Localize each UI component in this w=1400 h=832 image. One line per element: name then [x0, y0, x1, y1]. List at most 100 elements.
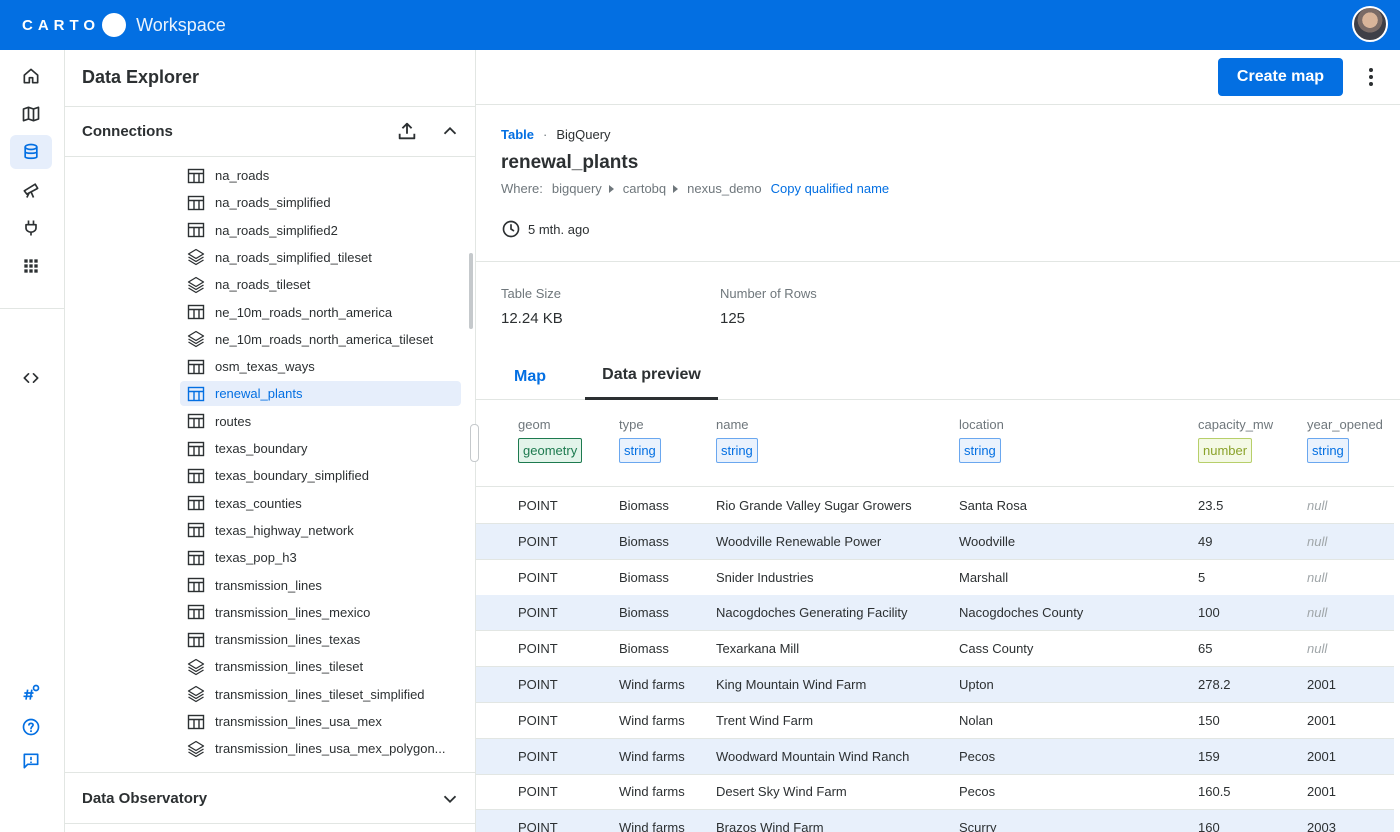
path-arrow-icon	[673, 184, 679, 193]
table-cell: 5	[1198, 569, 1206, 585]
tree-item-transmission-lines-tileset-simplified[interactable]: transmission_lines_tileset_simplified	[180, 682, 461, 707]
table-cell: Santa Rosa	[959, 498, 1027, 513]
feedback-icon	[23, 753, 39, 769]
tree-item-texas-counties[interactable]: texas_counties	[180, 491, 461, 516]
nav-data-explorer-button[interactable]	[10, 135, 52, 169]
tree-item-na-roads[interactable]: na_roads	[180, 163, 461, 188]
nav-connections-button[interactable]	[10, 211, 52, 245]
nav-feedback-button[interactable]	[10, 744, 52, 778]
table-cell: Pecos	[959, 784, 996, 800]
tree-scrollbar[interactable]	[469, 253, 473, 329]
column-header[interactable]: type string	[619, 417, 661, 463]
table-cell: 160.5	[1198, 784, 1231, 800]
table-cell: Brazos Wind Farm	[716, 820, 824, 832]
column-name: capacity_mw	[1198, 417, 1274, 432]
data-observatory-section-header[interactable]: Data Observatory	[65, 772, 475, 824]
table-cell: 160	[1198, 820, 1220, 832]
nav-home-button[interactable]	[10, 59, 52, 93]
upload-icon[interactable]	[396, 120, 418, 142]
column-header[interactable]: location string	[959, 417, 1004, 463]
chevron-down-icon[interactable]	[439, 788, 461, 810]
column-name: type	[619, 417, 644, 432]
table-cell: 278.2	[1198, 677, 1231, 692]
more-options-icon[interactable]	[1359, 64, 1383, 90]
table-cell: null	[1307, 533, 1328, 549]
tree-item-na-roads-tileset[interactable]: na_roads_tileset	[180, 272, 461, 297]
qualified-path: Where: bigquery cartobq nexus_demo Copy …	[501, 181, 889, 196]
nav-developers-button[interactable]	[10, 361, 52, 395]
tree-item-label: transmission_lines_usa_mex_polygon...	[215, 741, 446, 757]
tree-item-transmission-lines-usa-mex[interactable]: transmission_lines_usa_mex	[180, 709, 461, 734]
column-header[interactable]: capacity_mw number	[1198, 417, 1273, 463]
tileset-icon	[187, 740, 205, 758]
table-cell: Cass County	[959, 641, 1034, 657]
column-name: location	[959, 417, 1004, 432]
table-cell: 23.5	[1198, 498, 1224, 513]
tree-item-na-roads-simplified[interactable]: na_roads_simplified	[180, 190, 461, 215]
connections-label: Connections	[82, 123, 173, 140]
table-row: POINT Wind farms King Mountain Wind Farm Up…	[476, 667, 1394, 703]
nav-data-observatory-button[interactable]	[10, 173, 52, 207]
table-cell: Nacogdoches Generating Facility	[716, 605, 908, 621]
panel-title: Data Explorer	[82, 67, 200, 87]
nav-maps-button[interactable]	[10, 97, 52, 131]
detail-tabs: Map Data preview	[476, 353, 1400, 400]
tree-item-label: routes	[215, 413, 252, 429]
breadcrumb: Table · BigQuery	[501, 127, 611, 142]
nav-help-button[interactable]	[10, 710, 52, 744]
copy-qualified-name-link[interactable]: Copy qualified name	[771, 181, 890, 196]
column-name: name	[716, 417, 749, 432]
tree-item-transmission-lines[interactable]: transmission_lines	[180, 573, 461, 598]
tree-item-transmission-lines-texas[interactable]: transmission_lines_texas	[180, 627, 461, 652]
breadcrumb-type[interactable]: Table	[501, 127, 534, 142]
table-row: POINT Wind farms Brazos Wind Farm Scurry 160…	[476, 810, 1394, 832]
table-row: POINT Wind farms Woodward Mountain Wind Ra…	[476, 738, 1394, 775]
table-cell: 2001	[1307, 677, 1336, 692]
table-scrollbar[interactable]	[1394, 400, 1400, 832]
tree-item-renewal-plants[interactable]: renewal_plants	[180, 381, 461, 407]
table-row: POINT Wind farms Trent Wind Farm Nolan 150 20…	[476, 703, 1394, 739]
tree-item-texas-highway-network[interactable]: texas_highway_network	[180, 518, 461, 543]
section-divider	[476, 261, 1400, 262]
connections-section-header[interactable]: Connections	[65, 106, 475, 157]
tree-item-texas-boundary[interactable]: texas_boundary	[180, 436, 461, 461]
tree-item-ne-10m-roads-north-america[interactable]: ne_10m_roads_north_america	[180, 300, 461, 325]
table-cell: Marshall	[959, 569, 1009, 585]
tree-item-transmission-lines-tileset[interactable]: transmission_lines_tileset	[180, 654, 461, 679]
tree-item-label: ne_10m_roads_north_america	[215, 304, 393, 320]
table-cell: 49	[1198, 533, 1213, 549]
create-map-button[interactable]: Create map	[1218, 58, 1343, 96]
column-header[interactable]: geom geometry	[518, 417, 583, 463]
table-cell: Wind farms	[619, 748, 685, 764]
carto-logo[interactable]: CARTO Workspace	[22, 13, 226, 37]
tree-item-osm-texas-ways[interactable]: osm_texas_ways	[180, 354, 461, 379]
table-cell: 100	[1198, 605, 1220, 621]
tree-item-routes[interactable]: routes	[180, 409, 461, 434]
page-title: renewal_plants	[501, 152, 639, 173]
tree-item-ne-10m-roads-north-america-tileset[interactable]: ne_10m_roads_north_america_tileset	[180, 327, 461, 352]
table-icon	[187, 358, 205, 376]
home-icon	[23, 68, 39, 84]
table-icon	[187, 713, 205, 731]
table-cell: Wind farms	[619, 784, 685, 800]
nav-apps-button[interactable]	[10, 249, 52, 283]
chevron-up-icon[interactable]	[439, 120, 461, 142]
tree-item-texas-boundary-simplified[interactable]: texas_boundary_simplified	[180, 463, 461, 488]
tree-item-na-roads-simplified-tileset[interactable]: na_roads_simplified_tileset	[180, 245, 461, 270]
column-header[interactable]: name string	[716, 417, 758, 463]
user-avatar[interactable]	[1352, 6, 1388, 42]
tree-item-transmission-lines-mexico[interactable]: transmission_lines_mexico	[180, 600, 461, 625]
table-header: geom geometry type string name string location…	[476, 400, 1394, 487]
tileset-icon	[187, 658, 205, 676]
column-header[interactable]: year_opened string	[1307, 417, 1383, 463]
tree-item-texas-pop-h3[interactable]: texas_pop_h3	[180, 545, 461, 570]
tree-item-na-roads-simplified2[interactable]: na_roads_simplified2	[180, 218, 461, 243]
tab-data-preview[interactable]: Data preview	[585, 353, 718, 400]
row-count-value: 125	[720, 310, 746, 327]
tab-map[interactable]: Map	[501, 353, 559, 400]
map-icon	[22, 106, 40, 122]
tree-item-label: ne_10m_roads_north_america_tileset	[215, 331, 434, 347]
tree-item-transmission-lines-usa-mex-polygon-[interactable]: transmission_lines_usa_mex_polygon...	[180, 736, 461, 761]
nav-whats-new-button[interactable]	[10, 676, 52, 710]
table-cell: Biomass	[619, 533, 669, 549]
